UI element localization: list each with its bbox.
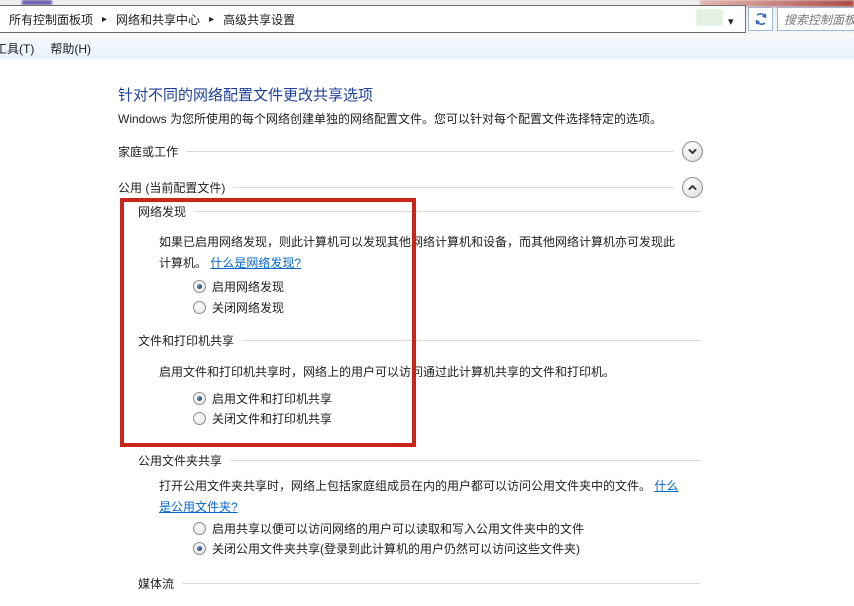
section-header-file-printer-sharing: 文件和打印机共享 xyxy=(138,332,700,348)
collapse-button[interactable] xyxy=(682,177,703,198)
divider-line xyxy=(182,583,700,584)
radio-disable-public-folder-sharing[interactable]: 关闭公用文件夹共享(登录到此计算机的用户仍然可以访问这些文件夹) xyxy=(193,540,580,557)
search-placeholder: 搜索控制面板 xyxy=(778,11,854,28)
radio-label: 启用网络发现 xyxy=(212,278,284,295)
section-label: 网络发现 xyxy=(138,203,186,220)
menu-item-help[interactable]: 帮助(H) xyxy=(42,38,99,59)
menu-item-tools[interactable]: 工具(T) xyxy=(0,38,42,59)
profile-label: 家庭或工作 xyxy=(118,143,178,160)
breadcrumb-separator-icon: ▸ xyxy=(96,14,113,25)
refresh-icon xyxy=(753,11,769,27)
menu-bar: 工具(T) 帮助(H) xyxy=(0,37,854,59)
radio-enable-network-discovery[interactable]: 启用网络发现 xyxy=(193,278,284,295)
profile-row-home-or-work: 家庭或工作 xyxy=(118,140,703,162)
radio-button-icon[interactable] xyxy=(193,392,206,405)
chevron-down-icon xyxy=(687,146,698,157)
radio-label: 关闭公用文件夹共享(登录到此计算机的用户仍然可以访问这些文件夹) xyxy=(212,540,580,557)
section-label: 文件和打印机共享 xyxy=(138,332,234,349)
radio-disable-file-printer-sharing[interactable]: 关闭文件和打印机共享 xyxy=(193,410,332,427)
radio-button-icon[interactable] xyxy=(193,412,206,425)
section-label: 公用文件夹共享 xyxy=(138,452,222,469)
chevron-up-icon xyxy=(687,182,698,193)
description-text: 打开公用文件夹共享时，网络上包括家庭组成员在内的用户都可以访问公用文件夹中的文件… xyxy=(159,479,651,493)
radio-button-icon[interactable] xyxy=(193,522,206,535)
breadcrumb-all-control-panel-items[interactable]: 所有控制面板项 xyxy=(6,9,96,30)
radio-label: 启用文件和打印机共享 xyxy=(212,390,332,407)
breadcrumb-advanced-sharing-settings[interactable]: 高级共享设置 xyxy=(220,9,298,30)
breadcrumb-network-sharing-center[interactable]: 网络和共享中心 xyxy=(113,9,203,30)
divider-line xyxy=(242,340,700,341)
address-bar[interactable]: 所有控制面板项 ▸ 网络和共享中心 ▸ 高级共享设置 xyxy=(0,5,746,33)
refresh-button[interactable] xyxy=(748,7,773,31)
radio-button-icon[interactable] xyxy=(193,301,206,314)
breadcrumb-separator-icon: ▸ xyxy=(203,14,220,25)
radio-button-icon[interactable] xyxy=(193,542,206,555)
divider-line xyxy=(233,187,674,188)
page-title: 针对不同的网络配置文件更改共享选项 xyxy=(118,84,373,105)
profile-label: 公用 (当前配置文件) xyxy=(118,179,225,196)
radio-enable-file-printer-sharing[interactable]: 启用文件和打印机共享 xyxy=(193,390,332,407)
section-header-public-folder-sharing: 公用文件夹共享 xyxy=(138,452,700,468)
divider-line xyxy=(186,151,674,152)
public-folder-description-line2: 是公用文件夹? xyxy=(159,498,238,515)
public-folder-description-line1: 打开公用文件夹共享时，网络上包括家庭组成员在内的用户都可以访问公用文件夹中的文件… xyxy=(159,477,678,494)
advanced-sharing-settings-window: 所有控制面板项 ▸ 网络和共享中心 ▸ 高级共享设置 ▾ 搜索控制面板 工具(T… xyxy=(0,0,854,606)
page-subtitle: Windows 为您所使用的每个网络创建单独的网络配置文件。您可以针对每个配置文… xyxy=(118,110,662,127)
radio-disable-network-discovery[interactable]: 关闭网络发现 xyxy=(193,299,284,316)
search-input[interactable]: 搜索控制面板 xyxy=(777,7,854,31)
what-is-network-discovery-link[interactable]: 什么是网络发现? xyxy=(210,256,301,270)
radio-button-icon[interactable] xyxy=(193,280,206,293)
section-header-network-discovery: 网络发现 xyxy=(138,203,700,219)
what-is-public-folder-link[interactable]: 是公用文件夹? xyxy=(159,500,238,514)
divider-line xyxy=(230,460,700,461)
profile-row-public-current: 公用 (当前配置文件) xyxy=(118,176,703,198)
network-discovery-description-line1: 如果已启用网络发现，则此计算机可以发现其他网络计算机和设备，而其他网络计算机亦可… xyxy=(159,233,675,250)
what-is-public-folder-link[interactable]: 什么 xyxy=(654,479,678,493)
address-bar-tint xyxy=(696,9,723,26)
radio-label: 启用共享以便可以访问网络的用户可以读取和写入公用文件夹中的文件 xyxy=(212,520,584,537)
radio-label: 关闭网络发现 xyxy=(212,299,284,316)
file-printer-sharing-description: 启用文件和打印机共享时，网络上的用户可以访问通过此计算机共享的文件和打印机。 xyxy=(159,363,615,380)
radio-enable-public-folder-sharing[interactable]: 启用共享以便可以访问网络的用户可以读取和写入公用文件夹中的文件 xyxy=(193,520,584,537)
divider-line xyxy=(194,211,700,212)
expand-button[interactable] xyxy=(682,141,703,162)
section-header-media-streaming: 媒体流 xyxy=(138,575,700,591)
description-text: 计算机。 xyxy=(159,256,207,270)
radio-label: 关闭文件和打印机共享 xyxy=(212,410,332,427)
network-discovery-description-line2: 计算机。 什么是网络发现? xyxy=(159,254,301,271)
section-label: 媒体流 xyxy=(138,575,174,592)
